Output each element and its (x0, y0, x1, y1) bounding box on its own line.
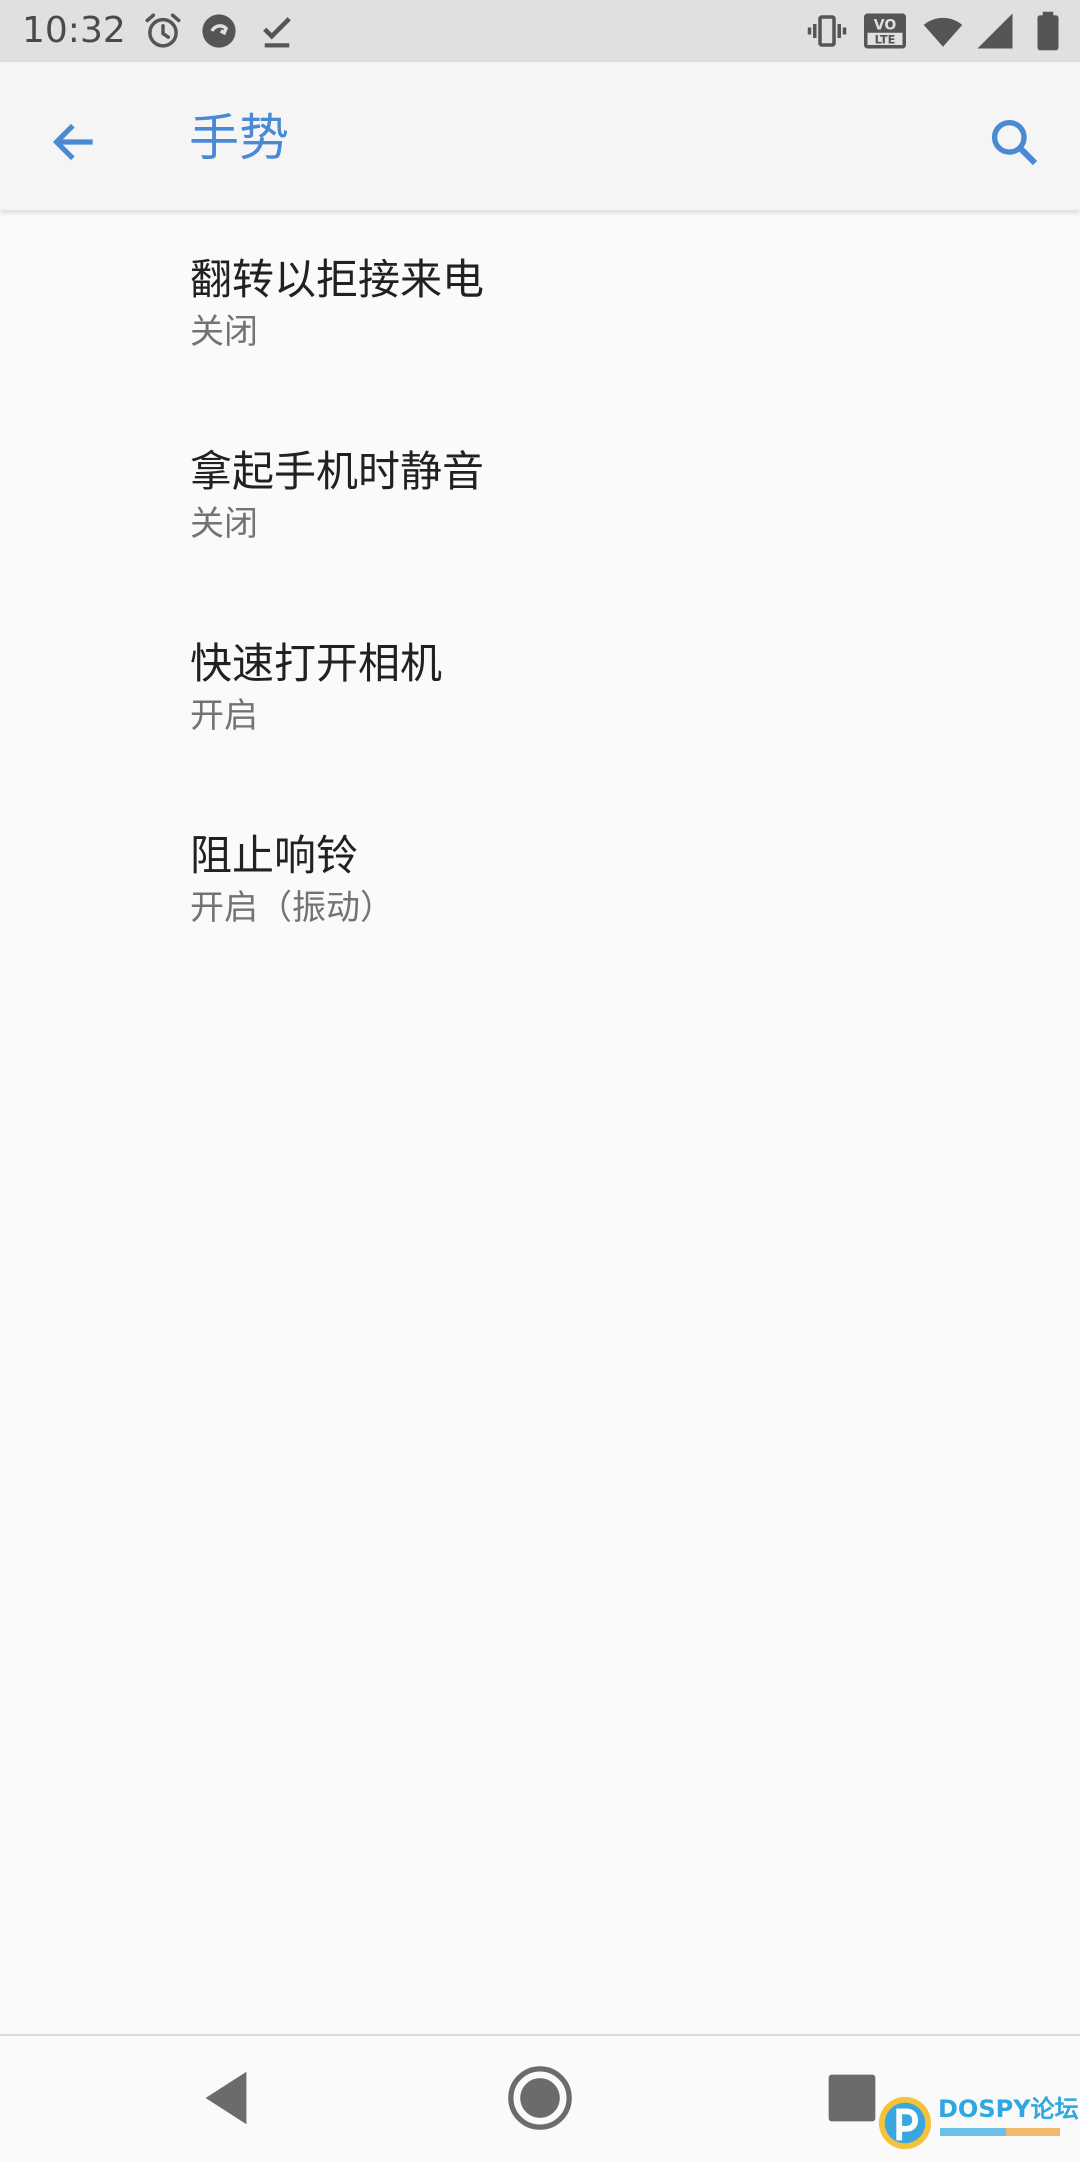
setting-pickup-to-mute[interactable]: 拿起手机时静音 关闭 (0, 404, 1080, 596)
nav-back-button[interactable] (186, 2058, 266, 2138)
nav-home-icon (508, 2066, 572, 2130)
dospy-logo-icon (876, 2094, 934, 2152)
status-time: 10:32 (22, 10, 126, 51)
alarm-icon (142, 10, 184, 52)
gesture-settings-list: 翻转以拒接来电 关闭 拿起手机时静音 关闭 快速打开相机 开启 阻止响铃 开启（… (0, 212, 1080, 980)
setting-title: 拿起手机时静音 (190, 447, 485, 496)
status-bar: 10:32 VO LTE (0, 0, 1080, 62)
setting-title: 翻转以拒接来电 (190, 255, 485, 304)
vibrate-icon (806, 10, 848, 52)
watermark-text: DOSPY论坛 (938, 2095, 1079, 2123)
setting-flip-to-reject[interactable]: 翻转以拒接来电 关闭 (0, 212, 1080, 404)
setting-quick-camera[interactable]: 快速打开相机 开启 (0, 596, 1080, 788)
signal-icon (974, 10, 1016, 52)
setting-title: 阻止响铃 (190, 831, 359, 880)
svg-text:VO: VO (874, 17, 897, 33)
setting-summary: 开启 (190, 696, 258, 736)
nav-home-button[interactable] (500, 2058, 580, 2138)
battery-icon (1028, 10, 1068, 52)
setting-summary: 关闭 (190, 312, 258, 352)
nav-back-icon (205, 2071, 247, 2125)
app-bar: 手势 (0, 62, 1080, 210)
volte-icon: VO LTE (862, 10, 908, 52)
setting-prevent-ringing[interactable]: 阻止响铃 开启（振动） (0, 788, 1080, 980)
svg-text:LTE: LTE (875, 32, 896, 46)
back-button[interactable] (38, 106, 110, 178)
setting-title: 快速打开相机 (190, 639, 443, 688)
search-button[interactable] (978, 106, 1050, 178)
setting-summary: 关闭 (190, 504, 258, 544)
search-icon (991, 119, 1038, 166)
download-done-icon (256, 10, 298, 52)
page-title: 手势 (189, 109, 289, 167)
watermark-underline (940, 2128, 1060, 2136)
dospy-watermark: DOSPY论坛 (876, 2092, 1079, 2154)
sync-off-icon (198, 10, 240, 52)
setting-summary: 开启（振动） (190, 888, 394, 928)
arrow-back-icon (52, 123, 93, 161)
wifi-icon (922, 10, 964, 52)
